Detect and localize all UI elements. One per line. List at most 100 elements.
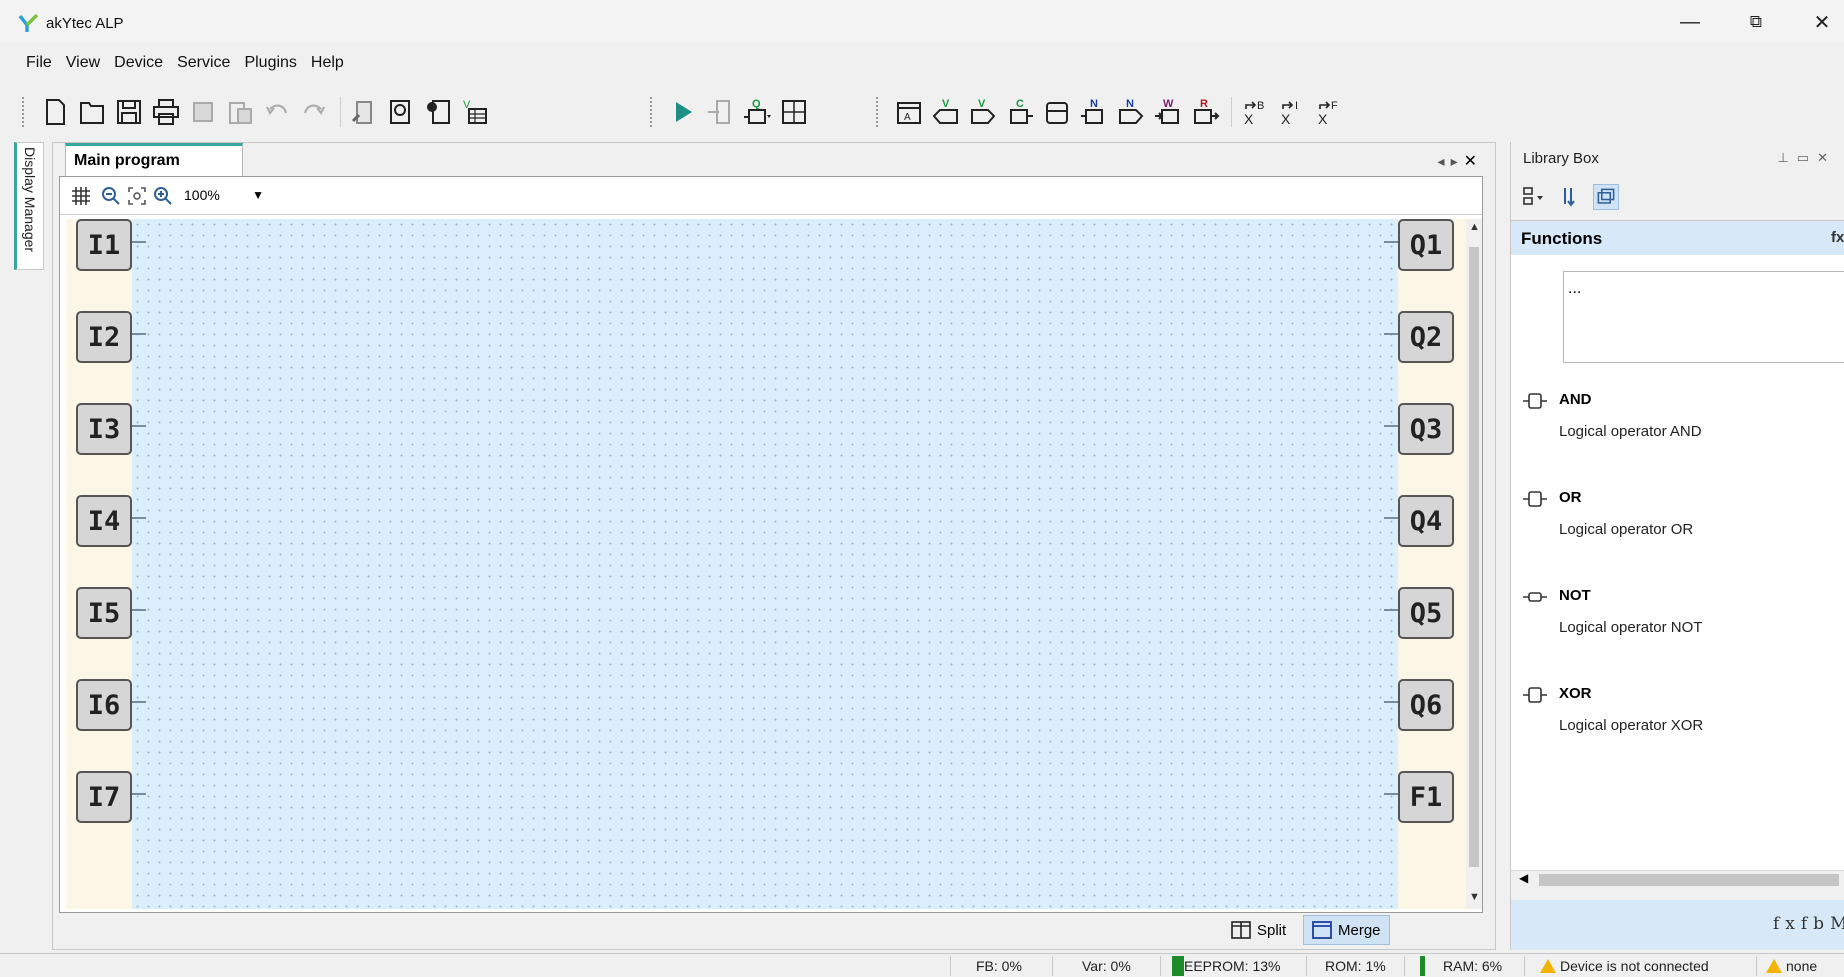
save-icon[interactable] xyxy=(112,93,146,131)
input-pin[interactable] xyxy=(132,609,146,611)
tab-prev-icon[interactable]: ◂ xyxy=(1438,153,1451,169)
library-horizontal-scrollbar[interactable]: ◀ xyxy=(1511,870,1844,888)
input-pin[interactable] xyxy=(132,701,146,703)
write-register-icon[interactable]: W xyxy=(1151,93,1185,131)
input-pin[interactable] xyxy=(132,241,146,243)
undo-icon[interactable] xyxy=(260,93,294,131)
macro-icon[interactable] xyxy=(1040,93,1074,131)
minimize-button[interactable]: — xyxy=(1664,6,1716,38)
print-icon[interactable] xyxy=(149,93,183,131)
device-settings-icon[interactable] xyxy=(421,93,455,131)
close-panel-icon[interactable]: ✕ xyxy=(1817,150,1836,165)
output-block[interactable]: Q4 xyxy=(1398,495,1454,547)
workspace-grid[interactable] xyxy=(132,219,1398,909)
input-block[interactable]: I7 xyxy=(76,771,132,823)
library-filter-box[interactable]: ... xyxy=(1563,271,1844,363)
menu-plugins[interactable]: Plugins xyxy=(244,48,296,78)
variable-in-icon[interactable]: V xyxy=(929,93,963,131)
input-pin[interactable] xyxy=(132,517,146,519)
tab-fx[interactable]: fx xyxy=(1773,914,1801,934)
split-button[interactable]: Split xyxy=(1223,915,1294,945)
goto-i-icon[interactable]: IX xyxy=(1275,93,1309,131)
menu-view[interactable]: View xyxy=(66,48,100,78)
tab-main-program[interactable]: Main program xyxy=(65,143,243,176)
function-item-not[interactable]: NOT Logical operator NOT xyxy=(1523,585,1833,655)
input-block[interactable]: I3 xyxy=(76,403,132,455)
calendar-icon[interactable]: A xyxy=(892,93,926,131)
new-file-icon[interactable] xyxy=(38,93,72,131)
function-item-and[interactable]: AND Logical operator AND xyxy=(1523,389,1833,459)
grid-icon[interactable] xyxy=(70,185,92,207)
function-item-or[interactable]: OR Logical operator OR xyxy=(1523,487,1833,557)
output-block[interactable]: Q5 xyxy=(1398,587,1454,639)
output-block[interactable]: Q2 xyxy=(1398,311,1454,363)
output-pin[interactable] xyxy=(1384,425,1398,427)
scroll-up-icon[interactable]: ▲ xyxy=(1469,221,1480,233)
functions-header[interactable]: Functions fx xyxy=(1511,221,1844,255)
toolbar-grip[interactable] xyxy=(876,97,880,127)
table-icon[interactable] xyxy=(777,93,811,131)
view-mode-icon[interactable] xyxy=(1521,184,1547,210)
redo-icon[interactable] xyxy=(297,93,331,131)
output-pin[interactable] xyxy=(1384,517,1398,519)
goto-f-icon[interactable]: FX xyxy=(1312,93,1346,131)
zoom-out-icon[interactable] xyxy=(100,185,122,207)
toolbar-grip[interactable] xyxy=(22,97,26,127)
show-descriptions-icon[interactable] xyxy=(1593,184,1619,210)
scroll-left-icon[interactable]: ◀ xyxy=(1519,871,1528,885)
tab-fb[interactable]: fb xyxy=(1801,914,1830,934)
program-canvas[interactable]: I1 I2 I3 I4 I5 I6 I7 Q1 Q2 Q3 Q4 Q5 Q6 F… xyxy=(66,219,1466,909)
menu-service[interactable]: Service xyxy=(177,48,230,78)
output-pin[interactable] xyxy=(1384,701,1398,703)
output-pin[interactable] xyxy=(1384,609,1398,611)
input-block[interactable]: I1 xyxy=(76,219,132,271)
output-block[interactable]: Q1 xyxy=(1398,219,1454,271)
menu-file[interactable]: File xyxy=(26,48,52,78)
canvas-vertical-scrollbar[interactable]: ▲ ▼ xyxy=(1466,219,1482,909)
menu-device[interactable]: Device xyxy=(114,48,163,78)
scrollbar-thumb[interactable] xyxy=(1539,874,1839,886)
read-register-icon[interactable]: R xyxy=(1188,93,1222,131)
output-block[interactable]: Q6 xyxy=(1398,679,1454,731)
float-icon[interactable]: ▭ xyxy=(1797,150,1817,165)
tab-m[interactable]: M xyxy=(1830,914,1844,934)
open-folder-icon[interactable] xyxy=(75,93,109,131)
output-pin[interactable] xyxy=(1384,333,1398,335)
input-block[interactable]: I5 xyxy=(76,587,132,639)
toolbar-grip[interactable] xyxy=(650,97,654,127)
pin-icon[interactable]: ⊥ xyxy=(1777,150,1796,165)
variables-table-icon[interactable]: V xyxy=(458,93,492,131)
copy-icon[interactable] xyxy=(186,93,220,131)
zoom-fit-icon[interactable] xyxy=(126,185,148,207)
network-out-icon[interactable]: N xyxy=(1114,93,1148,131)
write-device-icon[interactable] xyxy=(703,93,737,131)
output-pin[interactable] xyxy=(1384,241,1398,243)
scrollbar-thumb[interactable] xyxy=(1469,247,1479,867)
input-pin[interactable] xyxy=(132,425,146,427)
zoom-level-select[interactable]: 100% ▼ xyxy=(180,184,264,208)
function-item-xor[interactable]: XOR Logical operator XOR xyxy=(1523,683,1833,753)
zoom-in-icon[interactable] xyxy=(152,185,174,207)
device-info-icon[interactable] xyxy=(384,93,418,131)
output-pin[interactable] xyxy=(1384,793,1398,795)
scroll-down-icon[interactable]: ▼ xyxy=(1469,891,1480,903)
restore-button[interactable]: ⧉ xyxy=(1730,6,1782,38)
tab-next-icon[interactable]: ▸ xyxy=(1451,153,1464,169)
close-button[interactable]: ✕ xyxy=(1796,6,1844,38)
close-document-icon[interactable]: ✕ xyxy=(1464,153,1483,170)
compile-icon[interactable] xyxy=(347,93,381,131)
output-block[interactable]: F1 xyxy=(1398,771,1454,823)
input-block[interactable]: I4 xyxy=(76,495,132,547)
display-manager-tab[interactable]: Display Manager xyxy=(14,142,44,270)
input-pin[interactable] xyxy=(132,793,146,795)
menu-help[interactable]: Help xyxy=(311,48,344,78)
variable-out-icon[interactable]: V xyxy=(966,93,1000,131)
constant-icon[interactable]: C xyxy=(1003,93,1037,131)
goto-b-icon[interactable]: BX xyxy=(1238,93,1272,131)
input-block[interactable]: I6 xyxy=(76,679,132,731)
output-block[interactable]: Q3 xyxy=(1398,403,1454,455)
paste-icon[interactable] xyxy=(223,93,257,131)
merge-button[interactable]: Merge xyxy=(1303,915,1390,945)
input-pin[interactable] xyxy=(132,333,146,335)
sort-icon[interactable] xyxy=(1557,184,1583,210)
